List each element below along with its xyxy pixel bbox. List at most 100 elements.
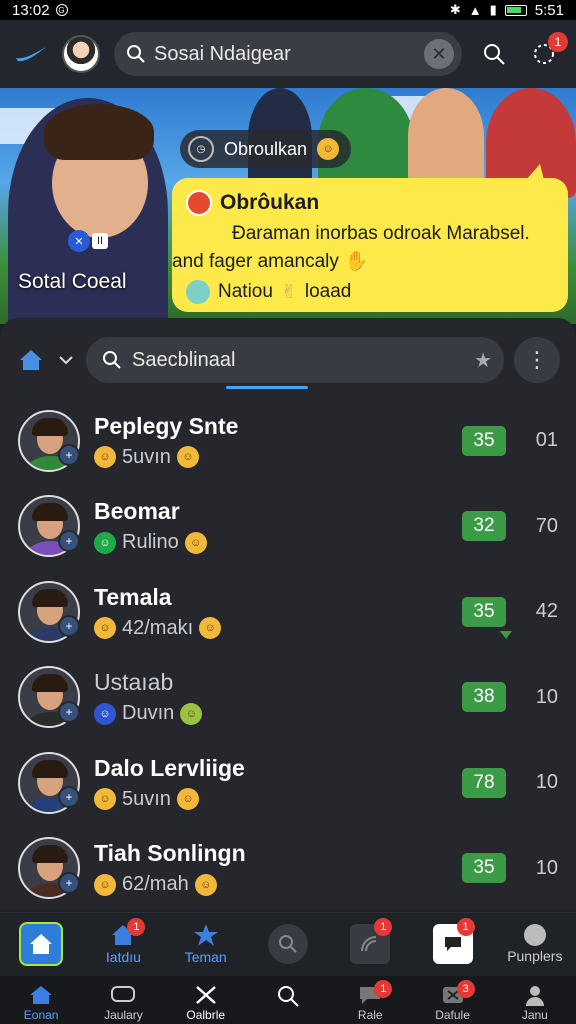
- hero-chip[interactable]: ◷ Obroulkan ☺: [180, 130, 352, 168]
- contact-count: 10: [535, 771, 558, 794]
- contact-subline: ☺ 5uvın ☺: [94, 788, 462, 811]
- smile-emoji-icon: ☺: [199, 617, 222, 640]
- contact-text: Dalo Lervliige ☺ 5uvın ☺: [94, 755, 462, 811]
- nav-rale[interactable]: 1 Rale: [340, 980, 400, 1022]
- contact-count: 01: [535, 429, 558, 452]
- top-search-value[interactable]: Sosai Ndaigear: [154, 43, 416, 66]
- nav-home[interactable]: Eonan: [11, 984, 71, 1022]
- plus-icon: +: [58, 529, 80, 552]
- search-icon: [267, 923, 308, 964]
- profile-avatar[interactable]: [62, 35, 100, 73]
- tab-latest[interactable]: 1 Iatdıu: [91, 916, 155, 972]
- search-icon: [484, 44, 505, 65]
- clock-icon: ◷: [188, 136, 214, 162]
- nav-search[interactable]: [258, 984, 318, 1008]
- notification-popup[interactable]: Obrôukan Ðaraman inorbas odroak Marabsel…: [172, 164, 568, 312]
- contact-name: Beomar: [94, 498, 180, 525]
- tab-punplers[interactable]: Punplers: [503, 916, 567, 972]
- hero-badge-text: II: [92, 233, 108, 249]
- nav-jaulary[interactable]: Jaulary: [93, 984, 153, 1022]
- contact-row[interactable]: + Ustaıab ☺ Duvın ☺ 38 10: [0, 655, 576, 741]
- contact-list: + Peplegy Snte ☺ 5uvın ☺ 35 01 + Beomar …: [0, 398, 576, 911]
- status-emoji-icon: ☺: [94, 873, 116, 896]
- add-favorite-icon[interactable]: ★: [474, 348, 492, 373]
- search-button[interactable]: [476, 36, 512, 72]
- contact-row[interactable]: + Peplegy Snte ☺ 5uvın ☺ 35 01: [0, 398, 576, 484]
- plus-icon: +: [58, 444, 80, 466]
- tab-label: Iatdıu: [105, 948, 141, 965]
- nav-label: Dafule: [435, 1008, 470, 1022]
- contact-row[interactable]: + Temala ☺ 42/makı ☺ 35 42: [0, 569, 576, 655]
- home-icon[interactable]: [16, 345, 46, 375]
- contact-name: Dalo Lervliige: [94, 754, 245, 781]
- contact-name: Temala: [94, 583, 172, 610]
- link-icon: ✕: [68, 230, 90, 252]
- contact-count: 10: [535, 856, 558, 879]
- star-icon: [193, 923, 218, 946]
- score-badge[interactable]: 32: [462, 511, 506, 542]
- nav-oalbrle[interactable]: Oalbrle: [176, 984, 236, 1022]
- tab-messages[interactable]: 1: [421, 916, 485, 972]
- gamepad-icon: [111, 986, 136, 1002]
- tab-teman[interactable]: Teman: [174, 916, 238, 972]
- contact-count: 10: [535, 685, 558, 708]
- contact-subline: ☺ Duvın ☺: [94, 702, 462, 725]
- nav-dafule[interactable]: 3 Dafule: [423, 980, 483, 1022]
- contact-row[interactable]: + Dalo Lervliige ☺ 5uvın ☺ 78 10: [0, 740, 576, 826]
- status-time: 13:02: [12, 1, 50, 19]
- avatar-hair: [32, 759, 68, 778]
- contact-status: 5uvın: [122, 445, 171, 468]
- tab-home[interactable]: [9, 916, 73, 972]
- app-logo-icon[interactable]: [14, 37, 48, 71]
- score-badge[interactable]: 35: [462, 596, 506, 627]
- search-icon: [127, 45, 145, 63]
- contact-row[interactable]: + Beomar ☺ Rulino ☺ 32 70: [0, 484, 576, 570]
- tab-signal[interactable]: 1: [338, 916, 402, 972]
- hero-caption: Sotal Coeal: [18, 270, 127, 293]
- notifications-button[interactable]: 1: [526, 32, 568, 72]
- contact-subline: ☺ Rulino ☺: [94, 531, 462, 554]
- footer-avatar-icon: [186, 280, 210, 304]
- wifi-icon: ▲: [468, 2, 482, 18]
- top-search-field[interactable]: Sosai Ndaigear ✕: [114, 32, 462, 76]
- contact-status: 42/makı: [122, 616, 194, 639]
- avatar-hair: [32, 674, 68, 693]
- status-emoji-icon: ☺: [94, 531, 116, 554]
- clear-search-button[interactable]: ✕: [424, 39, 454, 69]
- panel-search-value[interactable]: Saecblinaal: [132, 349, 464, 372]
- contact-row[interactable]: + Tiah Sonlingn ☺ 62/mah ☺ 35 10: [0, 826, 576, 912]
- contact-status: Rulino: [122, 531, 179, 554]
- score-badge[interactable]: 38: [462, 682, 506, 713]
- contacts-panel: Saecblinaal ★ ⋮ + Peplegy Snte ☺ 5uvın ☺…: [0, 318, 576, 910]
- signal-icon: ▮: [489, 2, 497, 17]
- notification-badge: 1: [548, 32, 568, 52]
- contact-status: 5uvın: [122, 787, 171, 810]
- contact-subline: ☺ 62/mah ☺: [94, 873, 462, 896]
- plus-icon: +: [58, 871, 80, 894]
- tab-label: Punplers: [507, 947, 563, 964]
- chevron-down-icon[interactable]: [56, 350, 76, 370]
- score-badge[interactable]: 35: [462, 853, 506, 884]
- score-badge[interactable]: 78: [462, 767, 506, 798]
- smile-emoji-icon: ☺: [317, 138, 340, 160]
- tab-search[interactable]: [256, 916, 320, 972]
- contact-text: Beomar ☺ Rulino ☺: [94, 498, 462, 554]
- more-options-button[interactable]: ⋮: [514, 337, 560, 383]
- tab-badge: 1: [127, 917, 146, 936]
- contact-count: 42: [535, 600, 558, 623]
- score-tail: [500, 630, 512, 639]
- hero-character-girl: [408, 88, 484, 184]
- avatar-hair: [32, 503, 68, 522]
- user-icon: [523, 923, 546, 946]
- contact-status: 62/mah: [122, 873, 189, 896]
- bluetooth-icon: ✱: [449, 2, 461, 17]
- bottom-nav: Eonan Jaulary Oalbrle 1 Rale 3 Dafule Ja…: [0, 976, 576, 1024]
- nav-label: Eonan: [23, 1008, 59, 1022]
- panel-search-field[interactable]: Saecblinaal ★: [86, 337, 504, 383]
- smile-emoji-icon: ☺: [194, 873, 217, 896]
- nav-janu[interactable]: Janu: [505, 984, 565, 1022]
- score-badge[interactable]: 35: [462, 425, 506, 456]
- nav-label: Rale: [357, 1008, 383, 1022]
- nav-badge: 3: [456, 980, 475, 998]
- search-icon: [103, 351, 121, 369]
